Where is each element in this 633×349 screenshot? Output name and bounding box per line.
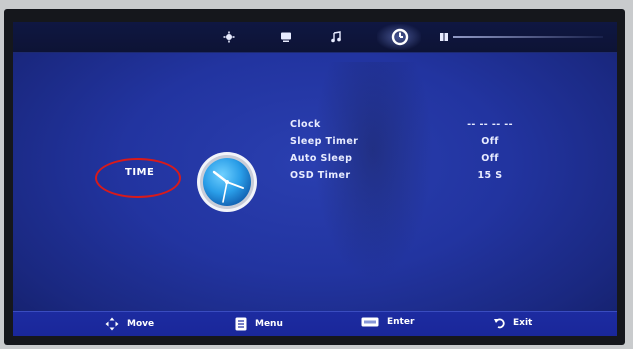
hint-exit: Exit <box>493 317 532 329</box>
menu-item-value: 15 S <box>477 170 503 181</box>
clock-icon <box>197 152 257 212</box>
tab-lock[interactable] <box>435 28 453 46</box>
menu-item-label: Clock <box>290 119 321 130</box>
tab-time[interactable] <box>390 27 410 47</box>
menu-icon <box>235 317 247 331</box>
menu-item-osd-timer[interactable]: OSD Timer 15 S <box>290 168 540 185</box>
music-note-icon <box>331 31 341 43</box>
menu-item-clock[interactable]: Clock -- -- -- -- <box>290 117 540 134</box>
hint-label: Menu <box>255 319 283 329</box>
time-settings-menu: Clock -- -- -- -- Sleep Timer Off Auto S… <box>290 117 540 185</box>
hint-label: Exit <box>513 318 533 328</box>
hint-enter: Enter <box>361 317 414 327</box>
display-icon <box>281 32 291 42</box>
tab-picture[interactable] <box>220 28 238 46</box>
highlight-ellipse <box>95 158 181 198</box>
hint-label: Enter <box>387 317 415 327</box>
menu-item-sleep-timer[interactable]: Sleep Timer Off <box>290 134 540 151</box>
category-label: TIME <box>125 167 155 178</box>
exit-arrow-icon <box>494 318 505 329</box>
hint-label: Move <box>127 319 155 329</box>
osd-screen: TIME Clock -- -- -- -- Sleep Timer Off A… <box>13 22 617 336</box>
move-arrows-icon <box>105 317 119 331</box>
clock-power-icon <box>391 28 409 46</box>
menu-item-auto-sleep[interactable]: Auto Sleep Off <box>290 151 540 168</box>
menu-item-label: Auto Sleep <box>290 153 353 164</box>
menu-item-value: -- -- -- -- <box>467 119 513 130</box>
menu-item-label: OSD Timer <box>290 170 351 181</box>
tab-bar-glint <box>453 36 603 38</box>
lock-icon <box>440 33 448 41</box>
hint-bar: Move Menu Enter Exit <box>13 311 617 336</box>
menu-item-label: Sleep Timer <box>290 136 359 147</box>
enter-key-icon <box>361 317 379 327</box>
hint-move: Move <box>105 317 154 331</box>
picture-icon <box>223 31 235 43</box>
menu-tab-bar <box>13 22 617 53</box>
menu-item-value: Off <box>481 136 499 147</box>
hint-menu: Menu <box>235 317 283 331</box>
tab-sound[interactable] <box>327 28 345 46</box>
menu-item-value: Off <box>481 153 499 164</box>
tab-display[interactable] <box>277 28 295 46</box>
